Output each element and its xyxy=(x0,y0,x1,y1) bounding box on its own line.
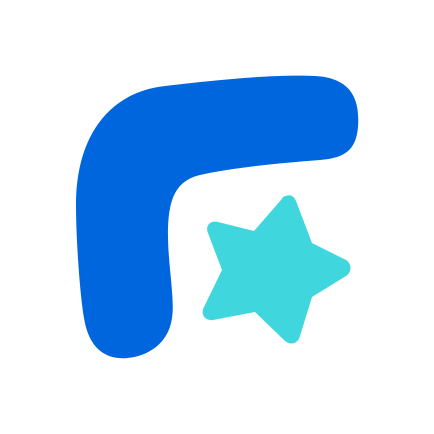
app-logo xyxy=(76,75,359,359)
logo-canvas xyxy=(0,0,434,434)
star-icon xyxy=(202,195,351,344)
